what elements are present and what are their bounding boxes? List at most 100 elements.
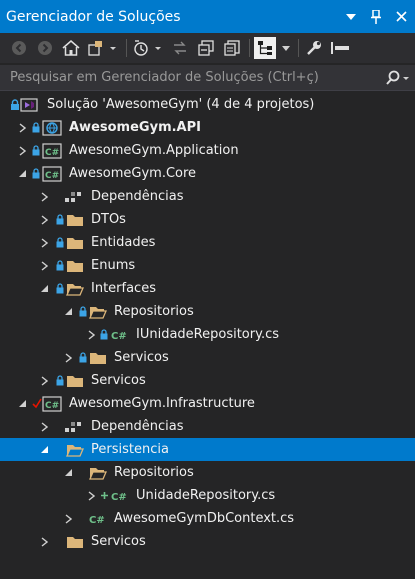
expand-arrow-icon[interactable] — [16, 139, 28, 162]
expand-arrow-icon[interactable] — [38, 254, 50, 277]
tree-item-label: Servicos — [114, 350, 169, 365]
expand-arrow-icon[interactable] — [16, 116, 28, 139]
properties-icon[interactable] — [303, 37, 325, 59]
expand-arrow-icon[interactable] — [62, 507, 74, 530]
lock-icon — [79, 346, 87, 369]
svg-text:C#: C# — [45, 171, 59, 181]
toolbar — [0, 33, 415, 63]
tree-item-folder-dtos[interactable]: DTOs — [0, 208, 415, 231]
folder-icon — [66, 254, 84, 277]
tree-item-infra-dependencies[interactable]: Dependências — [0, 415, 415, 438]
expand-arrow-icon[interactable] — [38, 185, 50, 208]
dependencies-icon — [64, 185, 82, 208]
tree-item-label: Repositorios — [114, 304, 194, 319]
back-icon[interactable] — [8, 37, 30, 59]
tree-item-folder-repositorios[interactable]: Repositorios — [0, 300, 415, 323]
lock-icon — [56, 254, 64, 277]
collapse-arrow-icon[interactable] — [62, 461, 74, 484]
solution-tree: Solução 'AwesomeGym' (4 de 4 projetos) A… — [0, 93, 415, 553]
tree-item-label: AwesomeGym.Infrastructure — [69, 396, 255, 411]
sync-active-document-icon[interactable] — [169, 37, 191, 59]
collapse-arrow-icon[interactable] — [16, 392, 28, 415]
switch-views-icon[interactable] — [86, 37, 120, 59]
collapse-all-icon[interactable] — [195, 37, 217, 59]
tree-item-file-iunidaderepository[interactable]: C# IUnidadeRepository.cs — [0, 323, 415, 346]
collapse-arrow-icon[interactable] — [38, 438, 50, 461]
tree-item-label: Enums — [91, 258, 136, 273]
collapse-arrow-icon[interactable] — [38, 277, 50, 300]
tree-item-label: AwesomeGym.Core — [69, 166, 197, 181]
svg-text:C#: C# — [45, 401, 59, 411]
tree-item-label: Dependências — [91, 189, 184, 204]
svg-text:C#: C# — [89, 515, 105, 526]
search-input[interactable] — [8, 69, 381, 86]
collapse-arrow-icon[interactable] — [16, 162, 28, 185]
expand-arrow-icon[interactable] — [38, 415, 50, 438]
dropdown-arrow-icon[interactable] — [340, 6, 362, 28]
web-project-icon — [42, 116, 62, 139]
tree-item-folder-entidades[interactable]: Entidades — [0, 231, 415, 254]
tree-item-label: Repositorios — [114, 465, 194, 480]
pending-changes-filter-icon[interactable] — [131, 37, 165, 59]
show-all-files-icon[interactable] — [221, 37, 243, 59]
search-icon[interactable] — [381, 70, 415, 86]
expand-arrow-icon[interactable] — [38, 369, 50, 392]
tree-item-label: UnidadeRepository.cs — [136, 488, 276, 503]
tree-item-label: Servicos — [91, 534, 146, 549]
preview-selected-items-icon[interactable] — [254, 37, 276, 59]
lock-icon — [100, 323, 108, 346]
lock-icon — [32, 116, 40, 139]
folder-icon — [66, 208, 84, 231]
tree-item-dependencies[interactable]: Dependências — [0, 185, 415, 208]
expand-arrow-icon[interactable] — [62, 346, 74, 369]
tree-item-label: Persistencia — [91, 442, 169, 457]
svg-text:C#: C# — [45, 148, 59, 158]
expand-arrow-icon[interactable] — [38, 530, 50, 553]
folder-open-icon — [66, 277, 84, 300]
tree-item-label: Servicos — [91, 373, 146, 388]
tree-item-folder-interfaces[interactable]: Interfaces — [0, 277, 415, 300]
lock-icon — [32, 139, 40, 162]
window-title-bar: Gerenciador de Soluções — [0, 0, 415, 33]
pin-icon[interactable] — [365, 6, 387, 28]
tree-item-folder-enums[interactable]: Enums — [0, 254, 415, 277]
tree-item-file-unidaderepository[interactable]: C# UnidadeRepository.cs — [0, 484, 415, 507]
tree-item-label: Dependências — [91, 419, 184, 434]
preview-dropdown-icon[interactable] — [280, 37, 292, 59]
tree-item-file-dbcontext[interactable]: C# AwesomeGymDbContext.cs — [0, 507, 415, 530]
tree-item-folder-servicos[interactable]: Servicos — [0, 369, 415, 392]
expand-arrow-icon[interactable] — [38, 231, 50, 254]
tree-item-folder-infra-repositorios[interactable]: Repositorios — [0, 461, 415, 484]
tree-item-folder-interfaces-servicos[interactable]: Servicos — [0, 346, 415, 369]
lock-icon — [56, 277, 64, 300]
tree-item-project-application[interactable]: C# AwesomeGym.Application — [0, 139, 415, 162]
expand-arrow-icon[interactable] — [38, 208, 50, 231]
tree-item-folder-persistencia[interactable]: Persistencia — [0, 438, 415, 461]
tree-item-label: AwesomeGym.Application — [69, 143, 239, 158]
folder-icon — [66, 530, 84, 553]
close-icon[interactable] — [390, 6, 412, 28]
tree-item-label: IUnidadeRepository.cs — [136, 327, 279, 342]
csharp-project-icon: C# — [42, 392, 62, 415]
tree-item-project-infrastructure[interactable]: C# AwesomeGym.Infrastructure — [0, 392, 415, 415]
tree-item-solution[interactable]: Solução 'AwesomeGym' (4 de 4 projetos) — [0, 93, 415, 116]
tree-item-label: AwesomeGym.API — [69, 120, 201, 135]
home-icon[interactable] — [60, 37, 82, 59]
expand-arrow-icon[interactable] — [85, 484, 97, 507]
lock-icon — [32, 162, 40, 185]
dependencies-icon — [64, 415, 82, 438]
tree-item-project-core[interactable]: C# AwesomeGym.Core — [0, 162, 415, 185]
window-title: Gerenciador de Soluções — [6, 8, 181, 25]
tree-item-label: AwesomeGymDbContext.cs — [114, 511, 295, 526]
tree-item-project-api[interactable]: AwesomeGym.API — [0, 116, 415, 139]
tree-item-label: Interfaces — [91, 281, 156, 296]
svg-text:C#: C# — [111, 492, 127, 503]
collapse-arrow-icon[interactable] — [62, 300, 74, 323]
expand-arrow-icon[interactable] — [85, 323, 97, 346]
auto-hide-icon[interactable] — [329, 37, 351, 59]
csharp-file-icon: C# — [89, 507, 107, 530]
checked-out-checkmark-icon — [32, 392, 42, 415]
folder-open-icon — [66, 438, 84, 461]
tree-item-folder-infra-servicos[interactable]: Servicos — [0, 530, 415, 553]
forward-icon[interactable] — [34, 37, 56, 59]
